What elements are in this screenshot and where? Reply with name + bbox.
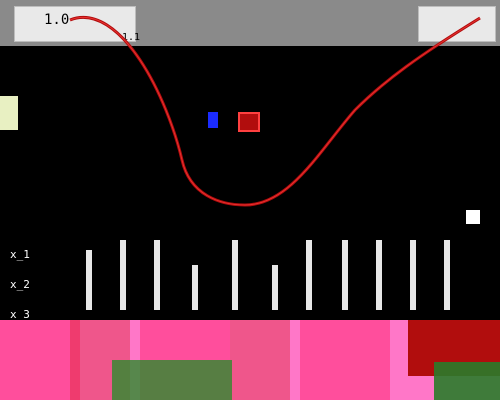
band-stripe <box>112 360 232 400</box>
bar <box>376 240 382 310</box>
bar <box>120 240 126 310</box>
curve <box>69 15 481 207</box>
bar <box>272 265 278 310</box>
bar <box>410 240 416 310</box>
curve-highlight <box>69 16 481 206</box>
bar <box>192 265 198 310</box>
bar <box>444 240 450 310</box>
bar <box>342 240 348 310</box>
band-stripe <box>230 320 290 400</box>
bar <box>154 240 160 310</box>
bar <box>232 240 238 310</box>
marker-blue <box>208 112 218 128</box>
small-white-block <box>466 210 480 224</box>
legend-label: x_1 <box>10 248 30 261</box>
marker-red <box>238 112 260 132</box>
bottom-right-block <box>434 362 500 400</box>
band-stripe <box>0 320 80 400</box>
bar <box>86 250 92 310</box>
plot-area: 1.0 1.1 <box>0 0 500 240</box>
bar <box>306 240 312 310</box>
legend-label: x_2 <box>10 278 30 291</box>
bars-area: x_1 x_2 x_3 <box>0 240 500 321</box>
band-stripe <box>300 320 390 400</box>
